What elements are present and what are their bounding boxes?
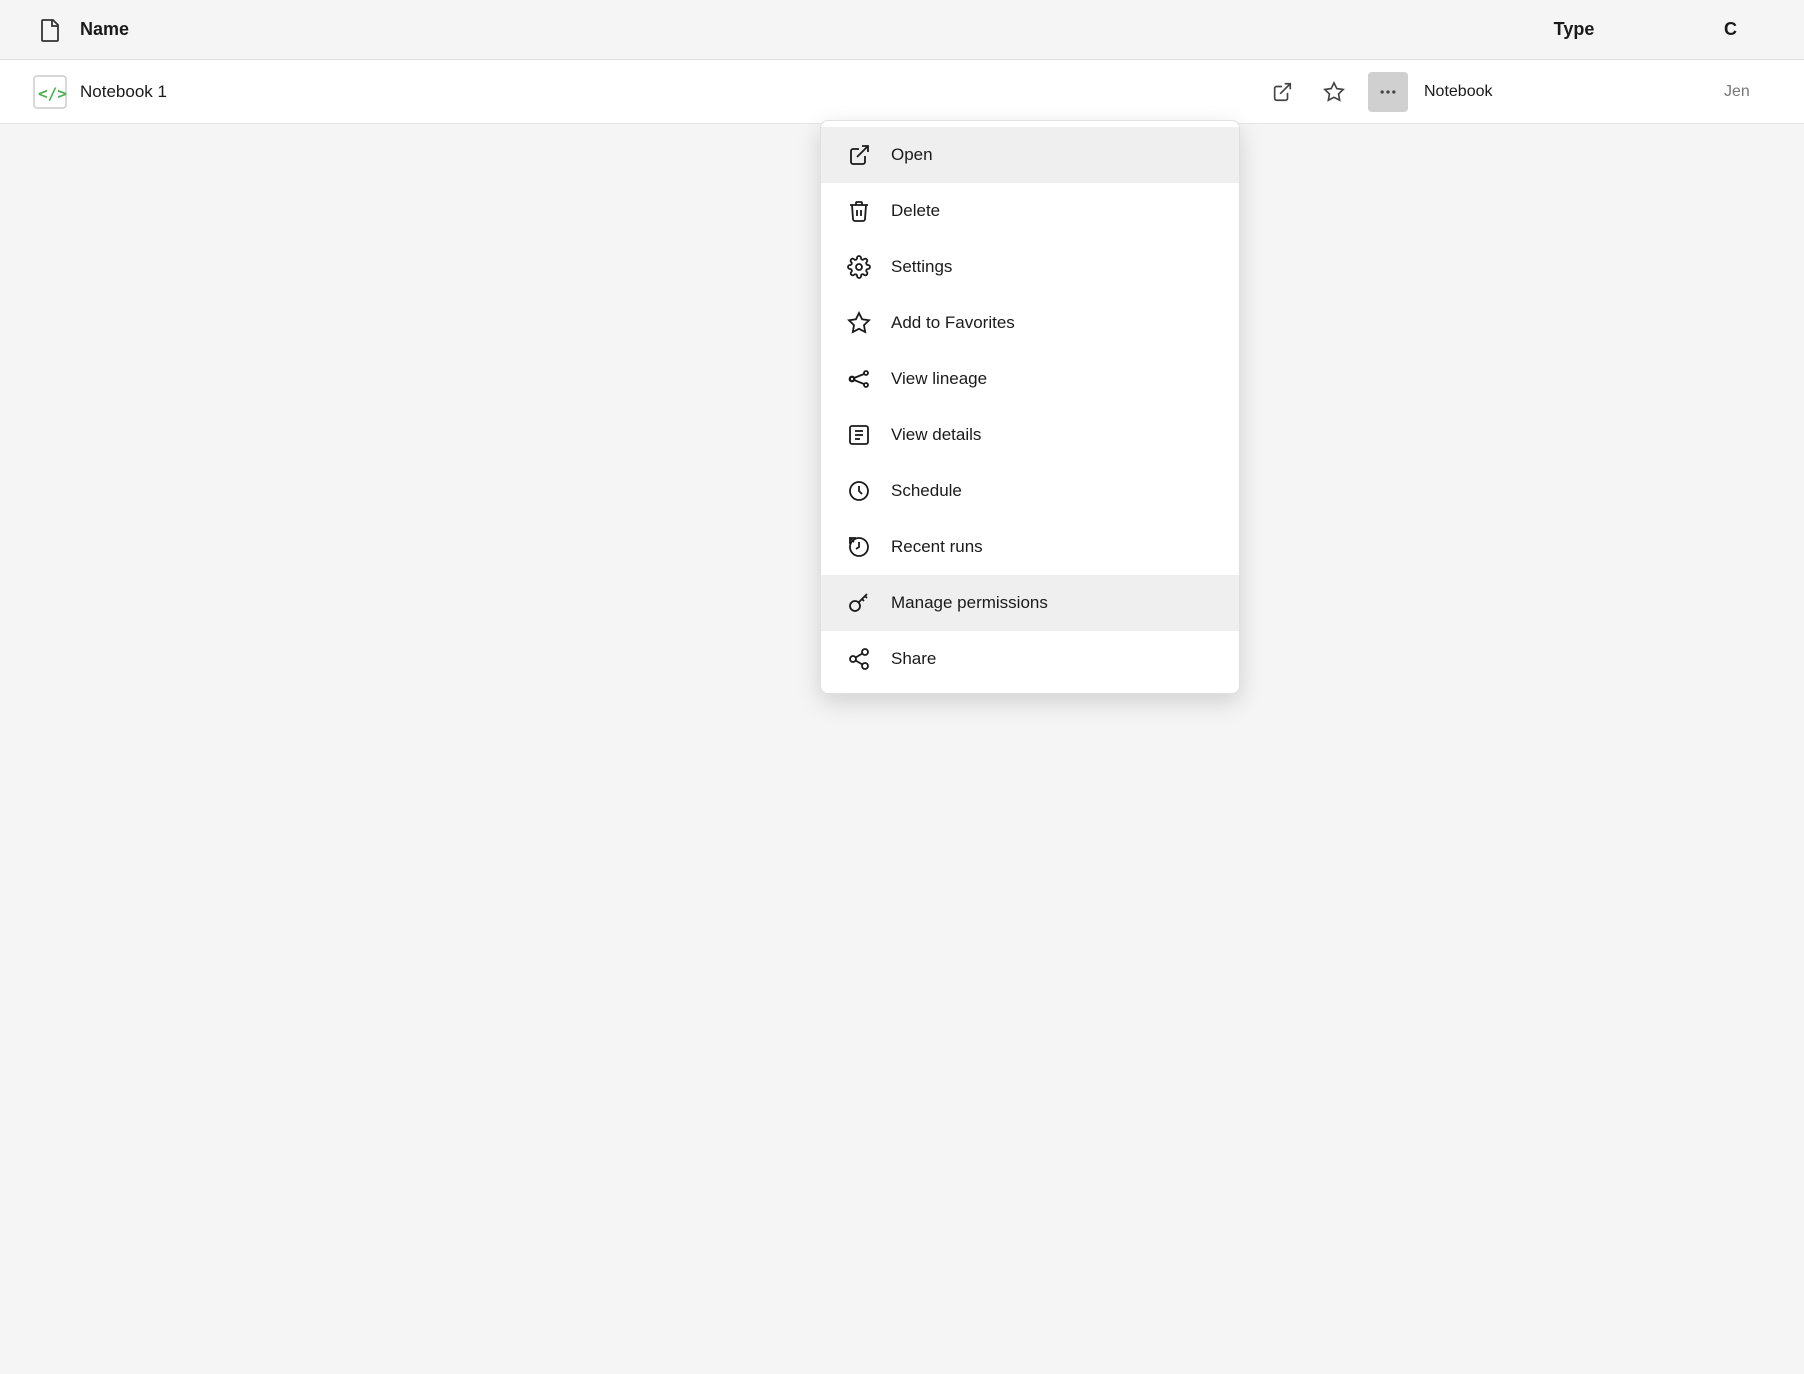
gear-icon bbox=[845, 253, 873, 281]
star-icon bbox=[845, 309, 873, 337]
svg-text:</>: </> bbox=[38, 84, 67, 103]
details-icon bbox=[845, 421, 873, 449]
menu-details-label: View details bbox=[891, 425, 981, 445]
notebook-icon: </> bbox=[32, 74, 68, 110]
header-type-label: Type bbox=[1424, 19, 1724, 40]
row-actions bbox=[1264, 72, 1408, 112]
menu-lineage-label: View lineage bbox=[891, 369, 987, 389]
menu-recent-runs-label: Recent runs bbox=[891, 537, 983, 557]
row-name: Notebook 1 bbox=[80, 82, 1264, 102]
menu-item-view-details[interactable]: View details bbox=[821, 407, 1239, 463]
menu-item-recent-runs[interactable]: Recent runs bbox=[821, 519, 1239, 575]
key-icon bbox=[845, 589, 873, 617]
menu-item-view-lineage[interactable]: View lineage bbox=[821, 351, 1239, 407]
share-row-icon bbox=[1271, 81, 1293, 103]
open-external-icon bbox=[845, 141, 873, 169]
table-row: </> Notebook 1 Notebook Jen bbox=[0, 60, 1804, 124]
menu-item-manage-permissions[interactable]: Manage permissions bbox=[821, 575, 1239, 631]
row-type: Notebook bbox=[1424, 83, 1724, 101]
header-name-label: Name bbox=[80, 19, 1424, 40]
menu-item-open[interactable]: Open bbox=[821, 127, 1239, 183]
header-icon-col bbox=[20, 18, 80, 42]
file-header-icon bbox=[38, 18, 62, 42]
clock-icon bbox=[845, 477, 873, 505]
trash-icon bbox=[845, 197, 873, 225]
table-header: Name Type C bbox=[0, 0, 1804, 60]
star-row-icon bbox=[1323, 81, 1345, 103]
menu-item-schedule[interactable]: Schedule bbox=[821, 463, 1239, 519]
menu-item-add-favorites[interactable]: Add to Favorites bbox=[821, 295, 1239, 351]
context-menu: Open Delete Settings Ad bbox=[820, 120, 1240, 694]
menu-item-share[interactable]: Share bbox=[821, 631, 1239, 687]
menu-item-settings[interactable]: Settings bbox=[821, 239, 1239, 295]
menu-delete-label: Delete bbox=[891, 201, 940, 221]
favorite-row-button[interactable] bbox=[1316, 74, 1352, 110]
menu-settings-label: Settings bbox=[891, 257, 952, 277]
menu-open-label: Open bbox=[891, 145, 933, 165]
lineage-icon bbox=[845, 365, 873, 393]
row-icon-col: </> bbox=[20, 74, 80, 110]
share-row-button[interactable] bbox=[1264, 74, 1300, 110]
ellipsis-icon bbox=[1378, 82, 1398, 102]
more-options-button[interactable] bbox=[1368, 72, 1408, 112]
menu-favorites-label: Add to Favorites bbox=[891, 313, 1015, 333]
row-extra: Jen bbox=[1724, 83, 1784, 101]
header-extra-label: C bbox=[1724, 19, 1784, 40]
menu-permissions-label: Manage permissions bbox=[891, 593, 1048, 613]
menu-item-delete[interactable]: Delete bbox=[821, 183, 1239, 239]
share-icon bbox=[845, 645, 873, 673]
recent-runs-icon bbox=[845, 533, 873, 561]
menu-share-label: Share bbox=[891, 649, 936, 669]
menu-schedule-label: Schedule bbox=[891, 481, 962, 501]
